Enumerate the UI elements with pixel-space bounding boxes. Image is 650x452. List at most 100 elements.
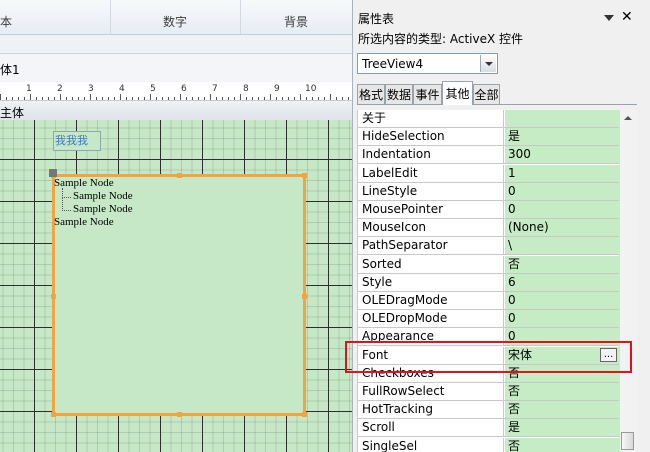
- property-value[interactable]: 否: [505, 383, 620, 400]
- object-selector-combo[interactable]: TreeView4: [357, 53, 498, 74]
- property-row[interactable]: Indentation 300: [358, 146, 620, 165]
- property-value[interactable]: 0: [505, 201, 620, 218]
- document-tab[interactable]: 体1: [0, 54, 352, 83]
- ruler-number: 3: [88, 84, 94, 94]
- property-row[interactable]: PathSeparator \: [358, 237, 620, 256]
- resize-handle[interactable]: [51, 412, 56, 417]
- property-value[interactable]: 否: [505, 437, 620, 452]
- tree-node: Sample Node: [54, 197, 133, 216]
- chevron-down-icon[interactable]: [604, 15, 614, 21]
- resize-handle[interactable]: [177, 412, 182, 417]
- property-value[interactable]: 6: [505, 273, 620, 291]
- ruler-tick: [204, 97, 205, 100]
- ruler-tick: [294, 97, 295, 100]
- section-header-detail[interactable]: 主体: [0, 101, 352, 121]
- ribbon-group-number: 数字: [110, 0, 241, 34]
- ribbon-group-label: 数字: [162, 15, 187, 29]
- ribbon: 本 数字 背景: [0, 0, 352, 35]
- ruler-tick: [90, 94, 91, 100]
- property-value[interactable]: [505, 110, 620, 127]
- property-name: HideSelection: [358, 128, 504, 146]
- ruler-tick: [336, 97, 337, 100]
- property-row[interactable]: LineStyle 0: [358, 182, 620, 201]
- property-name: LineStyle: [358, 182, 504, 200]
- ruler-tick: [288, 97, 289, 100]
- property-name: PathSeparator: [358, 237, 504, 255]
- property-name: MouseIcon: [358, 219, 504, 237]
- resize-handle[interactable]: [302, 173, 307, 178]
- resize-handle[interactable]: [177, 173, 182, 178]
- property-row[interactable]: Scroll 是: [358, 419, 620, 438]
- property-value[interactable]: 是: [505, 419, 620, 437]
- property-row[interactable]: FullRowSelect 否: [358, 383, 620, 401]
- dropdown-button[interactable]: [480, 55, 496, 72]
- tree-node: Sample Node: [54, 216, 114, 228]
- ruler-tick: [102, 97, 103, 100]
- resize-handle[interactable]: [302, 294, 307, 299]
- property-value[interactable]: 否: [505, 401, 620, 419]
- property-row[interactable]: Sorted 否: [358, 255, 620, 274]
- property-row[interactable]: 关于: [358, 110, 620, 128]
- ruler-tick: [240, 94, 241, 100]
- ruler-tick: [12, 97, 13, 100]
- close-icon[interactable]: ✕: [621, 10, 635, 24]
- form-label-control[interactable]: 我我我: [53, 131, 101, 151]
- move-handle[interactable]: [49, 169, 57, 177]
- property-value[interactable]: 0: [505, 310, 620, 328]
- property-value[interactable]: 是: [505, 128, 620, 146]
- property-value[interactable]: 0: [505, 292, 620, 309]
- ruler-tick: [276, 97, 277, 100]
- ruler-tick: [348, 97, 349, 100]
- tab-other[interactable]: 其他: [442, 81, 473, 105]
- tree-node-label: Sample Node: [73, 190, 133, 202]
- property-sheet-title: 属性表: [358, 12, 395, 26]
- property-value[interactable]: \: [505, 237, 620, 255]
- scroll-thumb[interactable]: [621, 432, 634, 450]
- property-name: OLEDropMode: [358, 310, 504, 328]
- property-name: Indentation: [358, 146, 504, 164]
- tab-event[interactable]: 事件: [413, 84, 442, 104]
- vertical-scrollbar[interactable]: [619, 110, 637, 452]
- ruler-tick: [312, 97, 313, 100]
- ruler-tick: [144, 97, 145, 100]
- property-value[interactable]: 否: [505, 255, 620, 273]
- ruler-tick: [258, 97, 259, 100]
- ruler-tick: [306, 97, 307, 100]
- ruler-number: 10: [305, 84, 317, 94]
- ruler-tick: [192, 97, 193, 100]
- property-value[interactable]: 1: [505, 164, 620, 182]
- property-row[interactable]: MousePointer 0: [358, 201, 620, 219]
- scroll-up-icon[interactable]: [624, 116, 632, 120]
- horizontal-ruler: 1 2 3 4 5 6 7 8 9 10: [0, 82, 352, 101]
- ruler-tick: [138, 97, 139, 100]
- property-row[interactable]: LabelEdit 1: [358, 164, 620, 183]
- ruler-tick: [234, 97, 235, 100]
- ruler-tick: [72, 97, 73, 100]
- property-name: Style: [358, 273, 504, 291]
- resize-handle[interactable]: [51, 294, 56, 299]
- property-row[interactable]: OLEDragMode 0: [358, 292, 620, 310]
- ruler-tick: [216, 97, 217, 100]
- ruler-tick: [270, 94, 271, 100]
- property-row[interactable]: HotTracking 否: [358, 401, 620, 420]
- tab-data[interactable]: 数据: [385, 84, 413, 104]
- property-name: SingleSel: [358, 437, 504, 452]
- property-row[interactable]: OLEDropMode 0: [358, 310, 620, 329]
- ruler-tick: [186, 97, 187, 100]
- object-selector-value: TreeView4: [362, 57, 424, 71]
- property-row[interactable]: SingleSel 否: [358, 437, 620, 452]
- property-value[interactable]: (None): [505, 219, 620, 237]
- document-tab-strip: [0, 35, 352, 54]
- property-row[interactable]: HideSelection 是: [358, 128, 620, 147]
- resize-handle[interactable]: [302, 412, 307, 417]
- ruler-tick: [324, 97, 325, 100]
- tab-format[interactable]: 格式: [357, 84, 385, 104]
- property-row[interactable]: Style 6: [358, 273, 620, 292]
- ruler-tick: [120, 94, 121, 100]
- property-value[interactable]: 0: [505, 182, 620, 200]
- ruler-tick: [18, 97, 19, 100]
- tab-all[interactable]: 全部: [473, 84, 500, 104]
- property-value[interactable]: 300: [505, 146, 620, 164]
- property-name: Scroll: [358, 419, 504, 437]
- property-row[interactable]: MouseIcon (None): [358, 219, 620, 238]
